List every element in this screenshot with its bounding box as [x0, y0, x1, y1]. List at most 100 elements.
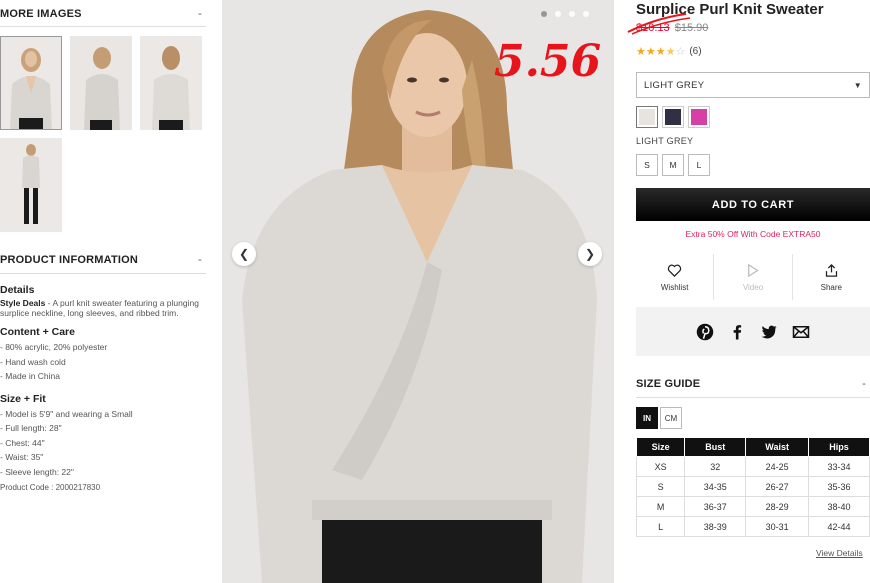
- wishlist-label: Wishlist: [660, 282, 689, 292]
- size-option-s[interactable]: S: [636, 154, 658, 176]
- list-item: - Waist: 35": [0, 452, 44, 462]
- column-header: Hips: [807, 437, 870, 457]
- size-option-l[interactable]: L: [688, 154, 710, 176]
- color-select-value: LIGHT GREY: [644, 79, 705, 91]
- share-icon: [825, 263, 837, 277]
- email-icon[interactable]: [792, 323, 810, 341]
- twitter-icon[interactable]: [760, 323, 778, 341]
- unit-inches-button[interactable]: IN: [636, 407, 658, 429]
- table-header-row: Size Bust Waist Hips: [635, 437, 870, 457]
- social-share-bar: [636, 307, 870, 356]
- chevron-left-icon[interactable]: ❮: [232, 242, 256, 266]
- more-images-header[interactable]: MORE IMAGES -: [0, 8, 206, 20]
- share-label: Share: [820, 282, 842, 292]
- product-information-header[interactable]: PRODUCT INFORMATION -: [0, 254, 206, 266]
- details-description: Style Deals - A purl knit sweater featur…: [0, 298, 208, 318]
- table-cell: 26-27: [745, 476, 809, 497]
- table-cell: 30-31: [745, 516, 809, 537]
- collapse-icon[interactable]: -: [198, 8, 202, 20]
- size-guide-header[interactable]: SIZE GUIDE -: [636, 378, 870, 390]
- collapse-icon[interactable]: -: [862, 378, 866, 390]
- table-cell: 24-25: [745, 456, 809, 477]
- video-button[interactable]: Video: [714, 254, 793, 300]
- swatch-light-grey[interactable]: [636, 106, 658, 128]
- main-product-image[interactable]: ❮ ❯ 5.56: [222, 0, 614, 583]
- video-label: Video: [742, 282, 764, 292]
- size-guide-table: Size Bust Waist Hips XS 32 24-25 33-34 S…: [635, 437, 870, 537]
- table-cell: 35-36: [807, 476, 870, 497]
- star-rating-icon: ★★★★☆: [636, 46, 686, 58]
- divider: [0, 273, 206, 274]
- table-row: M 36-37 28-29 38-40: [635, 496, 870, 517]
- table-cell: 36-37: [684, 496, 747, 517]
- share-button[interactable]: Share: [793, 254, 870, 300]
- table-cell: M: [635, 496, 686, 517]
- chevron-right-icon[interactable]: ❯: [578, 242, 602, 266]
- pinterest-icon[interactable]: [696, 323, 714, 341]
- list-item: - Hand wash cold: [0, 356, 66, 367]
- table-cell: 38-40: [807, 496, 870, 517]
- red-strike-annotation: [627, 13, 691, 35]
- unit-cm-button[interactable]: CM: [660, 407, 682, 429]
- product-information-title: PRODUCT INFORMATION: [0, 254, 139, 266]
- list-item: - Sleeve length: 22": [0, 466, 74, 477]
- thumbnail-side[interactable]: [70, 36, 132, 130]
- table-row: L 38-39 30-31 42-44: [635, 516, 870, 537]
- table-cell: 42-44: [807, 516, 870, 537]
- chevron-down-icon: ▼: [853, 80, 862, 90]
- table-cell: XS: [635, 456, 686, 477]
- divider: [636, 397, 870, 398]
- play-icon: [748, 263, 760, 277]
- content-care-heading: Content + Care: [0, 326, 75, 338]
- promo-text: Extra 50% Off With Code EXTRA50: [685, 229, 821, 239]
- carousel-dots: [541, 11, 589, 17]
- details-brand: Style Deals: [0, 298, 46, 308]
- size-guide-title: SIZE GUIDE: [636, 378, 701, 390]
- add-to-cart-button[interactable]: ADD TO CART: [636, 188, 870, 221]
- table-row: XS 32 24-25 33-34: [635, 456, 870, 477]
- color-swatches: [636, 106, 710, 128]
- column-header: Bust: [684, 437, 747, 457]
- size-fit-heading: Size + Fit: [0, 392, 46, 405]
- collapse-icon[interactable]: -: [198, 254, 202, 266]
- color-label: LIGHT GREY: [636, 136, 694, 146]
- thumbnail-front[interactable]: [0, 36, 62, 130]
- list-item: - Model is 5'9" and wearing a Small: [0, 408, 133, 419]
- size-fit-list: - Model is 5'9" and wearing a Small - Fu…: [0, 407, 208, 480]
- list-item: - Full length: 28": [0, 423, 62, 433]
- swatch-pink[interactable]: [688, 106, 710, 128]
- divider: [0, 26, 206, 27]
- heart-icon: [668, 264, 682, 277]
- table-cell: 34-35: [684, 476, 747, 497]
- carousel-dot[interactable]: [555, 11, 561, 17]
- review-count[interactable]: (6): [689, 46, 701, 57]
- color-select[interactable]: LIGHT GREY ▼: [636, 72, 870, 98]
- table-cell: 32: [684, 456, 747, 477]
- thumbnail-back[interactable]: [140, 36, 202, 130]
- rating-row[interactable]: ★★★★☆ (6): [636, 45, 702, 58]
- table-row: S 34-35 26-27 35-36: [635, 476, 870, 497]
- carousel-dot[interactable]: [583, 11, 589, 17]
- table-cell: S: [635, 476, 686, 497]
- thumbnail-full-length[interactable]: [0, 138, 62, 232]
- table-cell: 38-39: [684, 516, 747, 537]
- handwritten-price-annotation: 5.56: [494, 36, 602, 87]
- details-heading: Details: [0, 284, 35, 296]
- carousel-dot[interactable]: [541, 11, 547, 17]
- action-row: Wishlist Video Share: [636, 254, 870, 300]
- facebook-icon[interactable]: [728, 323, 746, 341]
- left-panel: MORE IMAGES - PRODUCT INFORMATION - Deta…: [0, 0, 210, 583]
- column-header: Waist: [745, 437, 809, 457]
- view-details-link[interactable]: View Details: [816, 548, 863, 558]
- product-details: Details Style Deals - A purl knit sweate…: [0, 284, 208, 493]
- product-panel: Surplice Purl Knit Sweater $10.13 $15.90…: [627, 0, 870, 583]
- table-cell: 28-29: [745, 496, 809, 517]
- content-care-list: - 80% acrylic, 20% polyester - Hand wash…: [0, 340, 208, 384]
- swatch-navy[interactable]: [662, 106, 684, 128]
- carousel-dot[interactable]: [569, 11, 575, 17]
- unit-toggle: IN CM: [636, 407, 682, 429]
- size-option-m[interactable]: M: [662, 154, 684, 176]
- list-item: - Chest: 44": [0, 437, 45, 448]
- more-images-title: MORE IMAGES: [0, 8, 82, 20]
- wishlist-button[interactable]: Wishlist: [636, 254, 715, 300]
